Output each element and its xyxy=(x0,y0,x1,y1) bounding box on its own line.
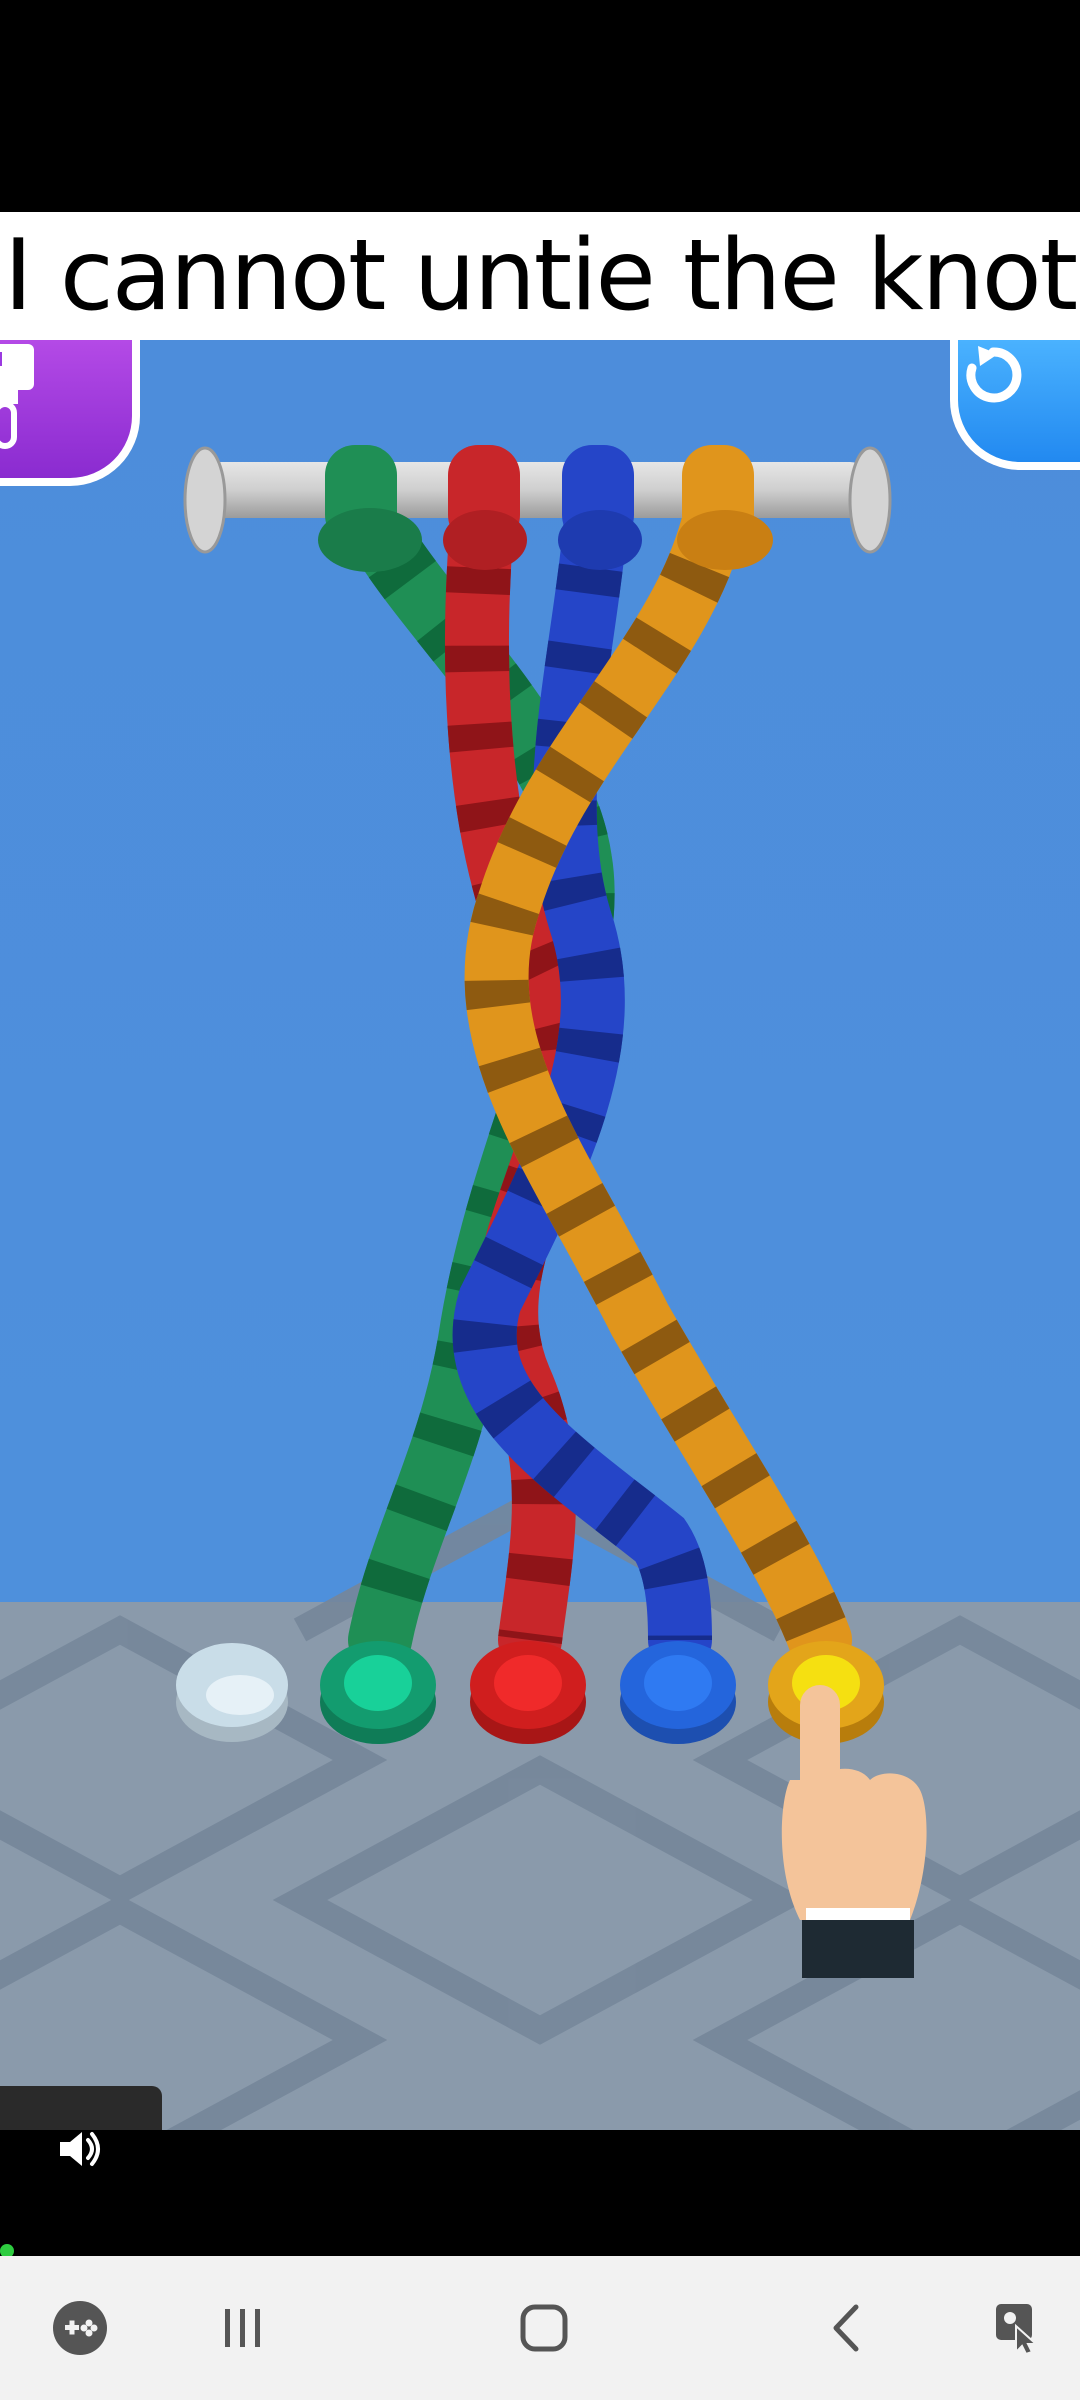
speaker-icon[interactable] xyxy=(56,2128,104,2174)
sound-tab xyxy=(0,2086,162,2130)
status-bar-area xyxy=(0,0,1080,212)
peg-blue[interactable] xyxy=(620,1641,736,1744)
peg-red[interactable] xyxy=(470,1641,586,1744)
accessibility-button[interactable] xyxy=(960,2256,1080,2400)
game-launcher-button[interactable] xyxy=(20,2256,140,2400)
video-controls xyxy=(0,2130,1080,2256)
back-button[interactable] xyxy=(786,2256,906,2400)
paintbrush-icon xyxy=(0,344,34,449)
back-icon xyxy=(833,2304,859,2352)
accessibility-icon xyxy=(996,2304,1039,2356)
navigation-bar xyxy=(0,2256,1080,2400)
game-launcher-icon xyxy=(53,2301,107,2355)
game-area[interactable] xyxy=(0,340,1080,2130)
paint-button[interactable] xyxy=(0,340,140,486)
caption-text: I cannot untie the knot xyxy=(3,219,1078,333)
peg-white[interactable] xyxy=(176,1643,288,1742)
game-scene xyxy=(0,340,1080,2130)
recent-apps-button[interactable] xyxy=(182,2256,302,2400)
home-icon xyxy=(520,2304,568,2352)
peg-green[interactable] xyxy=(320,1641,436,1744)
restart-icon xyxy=(966,346,1022,403)
home-button[interactable] xyxy=(484,2256,604,2400)
video-caption: I cannot untie the knot xyxy=(0,212,1080,340)
recent-apps-icon xyxy=(225,2309,260,2347)
